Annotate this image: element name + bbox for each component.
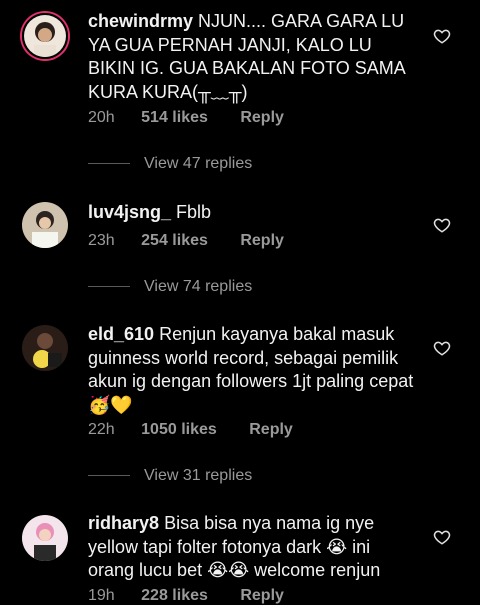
likes-count[interactable]: 1050 likes [141, 421, 217, 439]
reply-button[interactable]: Reply [240, 232, 284, 250]
comment-username[interactable]: ridhary8 [88, 513, 159, 533]
likes-count[interactable]: 514 likes [141, 109, 208, 127]
view-replies-label: View 74 replies [144, 278, 253, 295]
divider [88, 286, 130, 288]
heart-outline-icon[interactable] [433, 216, 451, 234]
avatar[interactable] [22, 515, 68, 561]
comment-text: ridhary8 Bisa bisa nya nama ig nye yello… [88, 512, 418, 583]
reply-button[interactable]: Reply [240, 109, 284, 127]
likes-count[interactable]: 254 likes [141, 232, 208, 250]
view-replies-label: View 47 replies [144, 155, 253, 172]
comment-meta: 19h 228 likes Reply [88, 587, 284, 605]
comment-time: 19h [88, 587, 115, 604]
heart-outline-icon[interactable] [433, 528, 451, 546]
view-replies-button[interactable]: View 47 replies [88, 155, 252, 173]
heart-outline-icon[interactable] [433, 339, 451, 357]
view-replies-button[interactable]: View 31 replies [88, 467, 252, 485]
comment-username[interactable]: eld_610 [88, 324, 154, 344]
comment-meta: 20h 514 likes Reply [88, 109, 284, 127]
comment-text: eld_610 Renjun kayanya bakal masuk guinn… [88, 323, 418, 417]
view-replies-button[interactable]: View 74 replies [88, 278, 252, 296]
comment-username[interactable]: chewindrmy [88, 11, 193, 31]
reply-button[interactable]: Reply [240, 587, 284, 605]
comment-time: 23h [88, 232, 115, 249]
avatar[interactable] [22, 202, 68, 248]
divider [88, 475, 130, 477]
comment-text: chewindrmy NJUN.... GARA GARA LU YA GUA … [88, 10, 418, 104]
view-replies-label: View 31 replies [144, 467, 253, 484]
avatar-image [24, 15, 66, 57]
comment-body: Fblb [176, 202, 212, 222]
avatar-image [22, 325, 68, 371]
likes-count[interactable]: 228 likes [141, 587, 208, 605]
divider [88, 163, 130, 165]
comment-time: 22h [88, 421, 115, 438]
reply-button[interactable]: Reply [249, 421, 293, 439]
avatar[interactable] [22, 325, 68, 371]
comment-text: luv4jsng_ Fblb [88, 201, 418, 225]
comment-time: 20h [88, 109, 115, 126]
heart-outline-icon[interactable] [433, 27, 451, 45]
avatar[interactable] [22, 13, 68, 59]
comment-meta: 23h 254 likes Reply [88, 232, 284, 250]
avatar-image [22, 515, 68, 561]
comment-meta: 22h 1050 likes Reply [88, 421, 293, 439]
comment-username[interactable]: luv4jsng_ [88, 202, 171, 222]
avatar-image [22, 202, 68, 248]
